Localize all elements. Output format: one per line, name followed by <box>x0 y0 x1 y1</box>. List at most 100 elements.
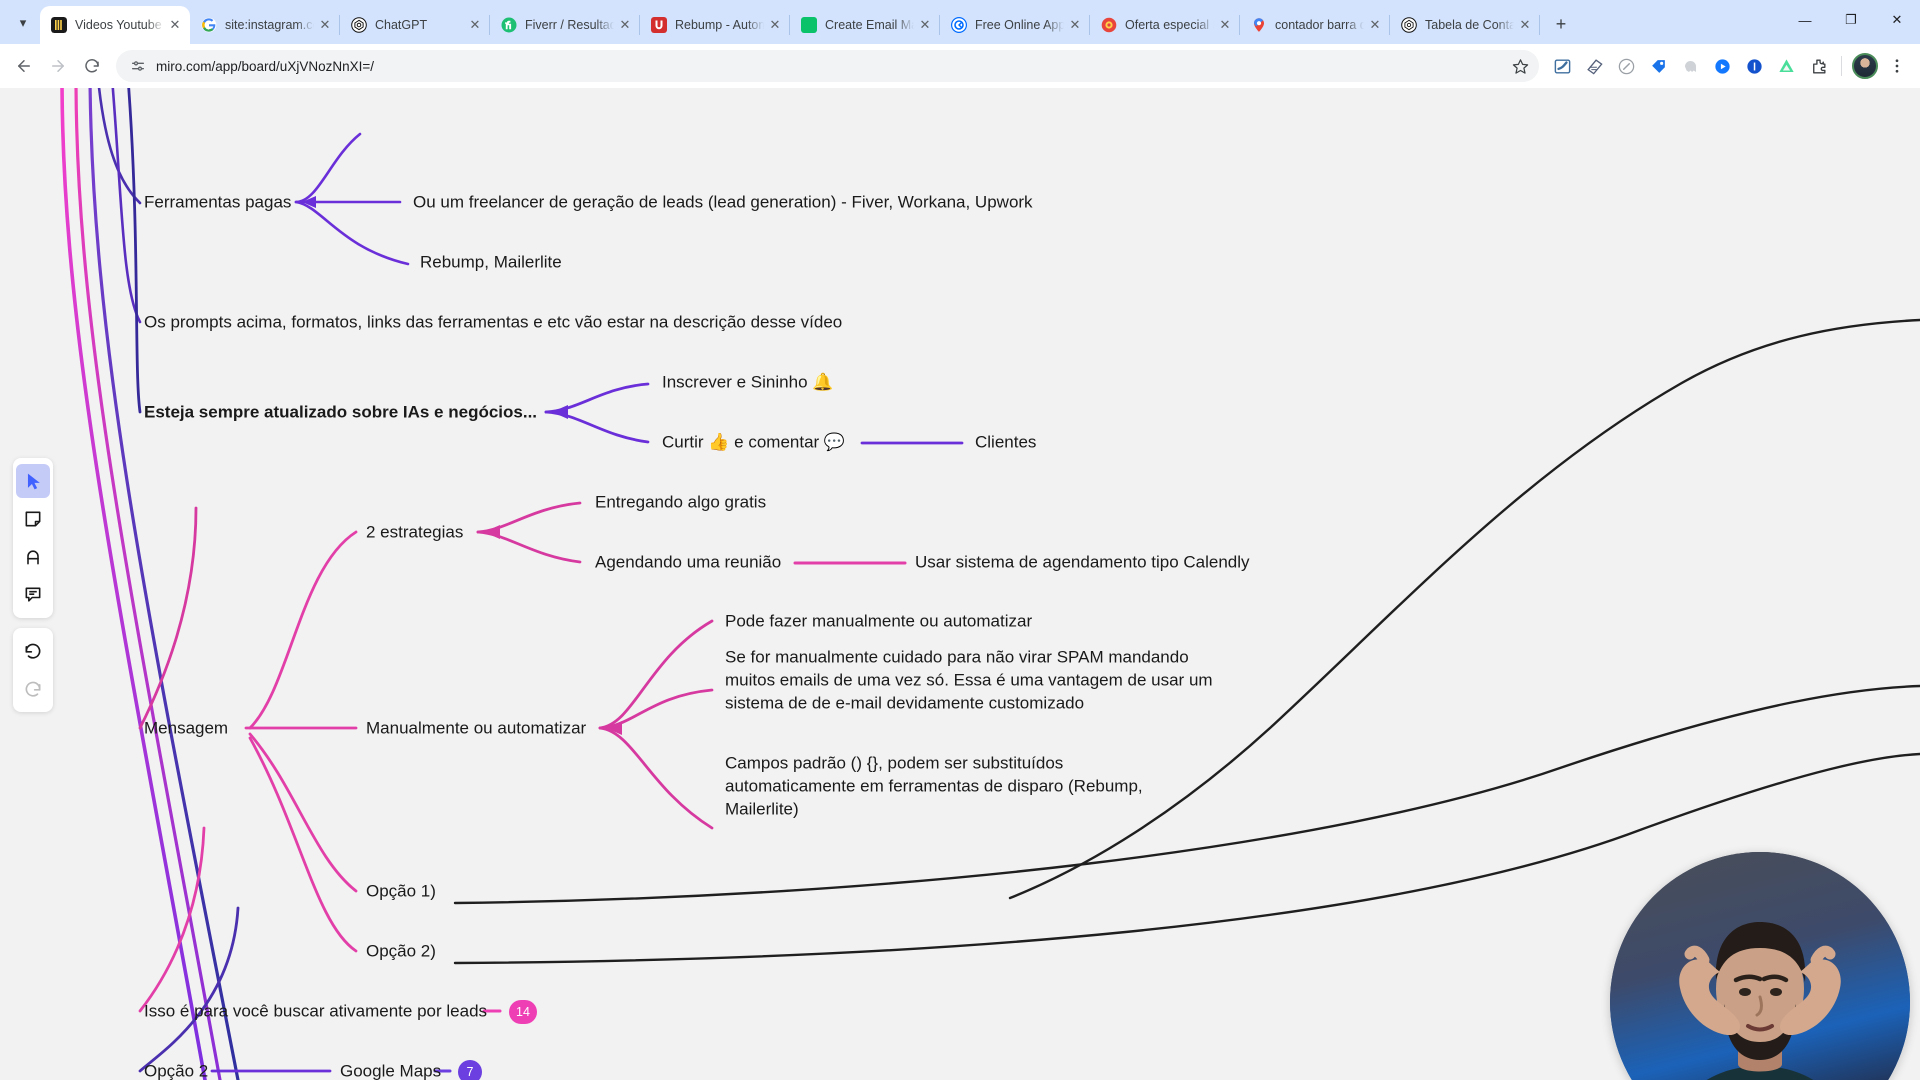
undo-tool[interactable] <box>16 634 50 668</box>
browser-tab[interactable]: Create Email Mar ✕ <box>790 6 940 44</box>
mindmap-node-esteja-atualizado[interactable]: Esteja sempre atualizado sobre IAs e neg… <box>144 401 537 424</box>
google-icon <box>201 17 217 33</box>
info-extension-icon[interactable] <box>1739 51 1769 81</box>
tool-group-history <box>13 628 53 712</box>
mindmap-badge-leads[interactable]: 14 <box>509 1000 537 1024</box>
three-dot-menu-icon[interactable] <box>1882 51 1912 81</box>
mailer-icon <box>801 17 817 33</box>
mindmap-node-inscrever-sininho[interactable]: Inscrever e Sininho 🔔 <box>662 371 833 394</box>
mindmap-node-2-estrategias[interactable]: 2 estrategias <box>366 521 463 544</box>
tab-title: contador barra da <box>1275 18 1364 32</box>
tab-title: Oferta especial Se <box>1125 18 1214 32</box>
mindmap-node-opcao-2[interactable]: Opção 2 <box>144 1060 208 1080</box>
avatar[interactable] <box>1850 51 1880 81</box>
ghost-extension-icon[interactable] <box>1675 51 1705 81</box>
tab-close-icon[interactable]: ✕ <box>1216 16 1234 34</box>
browser-tab[interactable]: Tabela de Contab ✕ <box>1390 6 1540 44</box>
mindmap-node-clientes[interactable]: Clientes <box>975 431 1036 454</box>
mindmap-node-google-maps[interactable]: Google Maps <box>340 1060 441 1080</box>
mindmap-node-buscar-leads[interactable]: Isso é para você buscar ativamente por l… <box>144 1000 487 1023</box>
tab-close-icon[interactable]: ✕ <box>1516 16 1534 34</box>
presenter-video-frame <box>1610 852 1910 1080</box>
pencil-circle-extension-icon[interactable] <box>1611 51 1641 81</box>
browser-tab[interactable]: ChatGPT ✕ <box>340 6 490 44</box>
window-controls: — ❐ ✕ <box>1782 0 1920 40</box>
browser-tab[interactable]: Free Online Appo ✕ <box>940 6 1090 44</box>
minimize-button[interactable]: — <box>1782 0 1828 40</box>
tune-site-settings-icon[interactable] <box>130 58 146 74</box>
tab-title: Videos Youtube - <box>75 18 164 32</box>
mindmap-node-curtir-comentar[interactable]: Curtir 👍 e comentar 💬 <box>662 431 845 454</box>
cursor-tool[interactable] <box>16 464 50 498</box>
mindmap-node-ferramentas-pagas[interactable]: Ferramentas pagas <box>144 191 291 214</box>
notes-extension-icon[interactable] <box>1579 51 1609 81</box>
mindmap-node-freelancer-leads[interactable]: Ou um freelancer de geração de leads (le… <box>413 191 1033 214</box>
maps-pin-icon <box>1251 17 1267 33</box>
rebump-icon <box>651 17 667 33</box>
tab-close-icon[interactable]: ✕ <box>616 16 634 34</box>
oferta-icon <box>1101 17 1117 33</box>
tab-close-icon[interactable]: ✕ <box>316 16 334 34</box>
redo-tool[interactable] <box>16 672 50 706</box>
youtube-icon <box>51 17 67 33</box>
browser-tab[interactable]: Videos Youtube - ✕ <box>40 6 190 44</box>
presenter-webcam-bubble[interactable] <box>1610 852 1910 1080</box>
reload-icon[interactable] <box>76 50 108 82</box>
tab-title: Tabela de Contab <box>1425 18 1514 32</box>
mindmap-node-calendly[interactable]: Usar sistema de agendamento tipo Calendl… <box>915 551 1250 574</box>
comment-tool[interactable] <box>16 578 50 612</box>
tab-close-icon[interactable]: ✕ <box>1366 16 1384 34</box>
browser-tab[interactable]: Oferta especial Se✕ <box>1090 6 1240 44</box>
browser-tab[interactable]: Fiverr / Resultado ✕ <box>490 6 640 44</box>
tab-title: Free Online Appo <box>975 18 1064 32</box>
fiverr-icon <box>501 17 517 33</box>
mindmap-node-spam-aviso[interactable]: Se for manualmente cuidado para não vira… <box>725 646 1220 715</box>
tool-group-primary <box>13 458 53 618</box>
mindmap-node-entregando-algo-gratis[interactable]: Entregando algo gratis <box>595 491 766 514</box>
close-button[interactable]: ✕ <box>1874 0 1920 40</box>
calendly-icon <box>951 17 967 33</box>
tag-extension-icon[interactable] <box>1643 51 1673 81</box>
grammarly-extension-icon[interactable] <box>1771 51 1801 81</box>
address-bar[interactable]: miro.com/app/board/uXjVNozNnXI=/ <box>116 50 1539 82</box>
new-tab-button[interactable]: + <box>1546 9 1576 39</box>
browser-tab[interactable]: site:instagram.com✕ <box>190 6 340 44</box>
tab-close-icon[interactable]: ✕ <box>466 16 484 34</box>
tab-title: Fiverr / Resultado <box>525 18 614 32</box>
mindmap-node-prompts-descricao[interactable]: Os prompts acima, formatos, links das fe… <box>144 311 842 334</box>
scribe-extension-icon[interactable] <box>1547 51 1577 81</box>
tab-title: Rebump - Autom <box>675 18 764 32</box>
maximize-button[interactable]: ❐ <box>1828 0 1874 40</box>
mindmap-node-opcao-1[interactable]: Opção 1) <box>366 880 436 903</box>
tab-close-icon[interactable]: ✕ <box>166 16 184 34</box>
openai-icon <box>351 17 367 33</box>
tab-close-icon[interactable]: ✕ <box>1066 16 1084 34</box>
browser-tab[interactable]: Rebump - Autom ✕ <box>640 6 790 44</box>
browser-toolbar: miro.com/app/board/uXjVNozNnXI=/ <box>0 44 1920 88</box>
mindmap-node-mensagem[interactable]: Mensagem <box>144 717 228 740</box>
tab-search-icon[interactable]: ▾ <box>8 8 38 38</box>
puzzle-extensions-icon[interactable] <box>1803 51 1833 81</box>
back-arrow-icon[interactable] <box>8 50 40 82</box>
mindmap-node-rebump-mailerlite[interactable]: Rebump, Mailerlite <box>420 251 562 274</box>
sticky-note-tool[interactable] <box>16 502 50 536</box>
tab-title: Create Email Mar <box>825 18 914 32</box>
browser-window: ▾ Videos Youtube -✕site:instagram.com✕Ch… <box>0 0 1920 1080</box>
mindmap-node-opcao-2-paren[interactable]: Opção 2) <box>366 940 436 963</box>
tab-title: site:instagram.com <box>225 18 314 32</box>
mindmap-node-agendando-reuniao[interactable]: Agendando uma reunião <box>595 551 781 574</box>
url-text: miro.com/app/board/uXjVNozNnXI=/ <box>156 58 374 74</box>
mindmap-badge-google-maps[interactable]: 7 <box>458 1060 482 1080</box>
mindmap-node-manualmente-ou-automatizar[interactable]: Manualmente ou automatizar <box>366 717 586 740</box>
mindmap-node-campos-padrao[interactable]: Campos padrão () {}, podem ser substituí… <box>725 752 1165 821</box>
text-shape-icon[interactable] <box>16 540 50 574</box>
miro-board-canvas[interactable]: Ferramentas pagas Ou um freelancer de ger… <box>0 88 1920 1080</box>
extensions-strip <box>1547 51 1912 81</box>
tab-close-icon[interactable]: ✕ <box>766 16 784 34</box>
star-icon[interactable] <box>1512 58 1529 75</box>
tab-close-icon[interactable]: ✕ <box>916 16 934 34</box>
mindmap-node-pode-fazer[interactable]: Pode fazer manualmente ou automatizar <box>725 610 1032 633</box>
forward-arrow-icon[interactable] <box>42 50 74 82</box>
browser-tab[interactable]: contador barra da ✕ <box>1240 6 1390 44</box>
loom-extension-icon[interactable] <box>1707 51 1737 81</box>
